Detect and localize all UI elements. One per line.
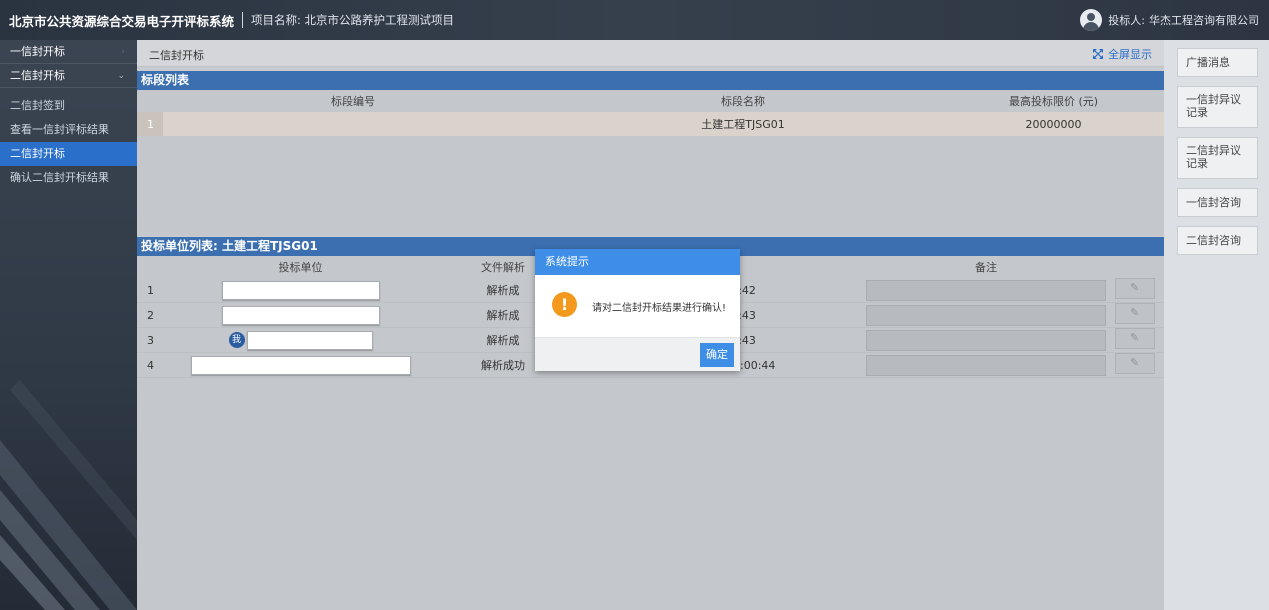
top-header: 北京市公共资源综合交易电子开评标系统 项目名称: 北京市公路养护工程测试项目 投… <box>0 0 1269 40</box>
bidder-name-redacted <box>246 330 373 350</box>
sidebar-submenu: 二信封签到 查看一信封评标结果 二信封开标 确认二信封开标结果 <box>0 88 137 190</box>
lot-name-cell: 土建工程TJSG01 <box>543 112 943 136</box>
avatar-icon <box>1080 9 1103 31</box>
first-envelope-objection-button[interactable]: 一信封异议记录 <box>1177 86 1258 128</box>
breadcrumb-bar: 二信封开标 全屏显示 <box>137 40 1164 67</box>
app-title: 北京市公共资源综合交易电子开评标系统 <box>9 13 235 29</box>
row-index: 1 <box>137 112 163 136</box>
fullscreen-button[interactable]: 全屏显示 <box>1093 46 1152 62</box>
table-row[interactable]: 1 土建工程TJSG01 20000000 <box>137 112 1164 136</box>
right-panel: 广播消息 一信封异议记录 二信封异议记录 一信封咨询 二信封咨询 <box>1164 40 1269 610</box>
remark-field[interactable] <box>866 354 1106 376</box>
sidebar-group-label: 二信封开标 <box>10 69 65 82</box>
lot-table: 标段编号 标段名称 最高投标限价 (元) 1 土建工程TJSG01 200000… <box>137 90 1164 136</box>
bidder-name-redacted <box>190 355 411 375</box>
sidebar-group-second-envelope[interactable]: 二信封开标 ⌄ <box>0 64 137 88</box>
header-cell-index <box>137 256 163 278</box>
system-prompt-dialog: 系统提示 ! 请对二信封开标结果进行确认! 确定 <box>535 249 740 371</box>
bidder-name-redacted <box>221 280 380 300</box>
sidebar-item-sign-in[interactable]: 二信封签到 <box>0 94 137 118</box>
sidebar: 一信封开标 › 二信封开标 ⌄ 二信封签到 查看一信封评标结果 二信封开标 确认… <box>0 40 137 610</box>
chevron-down-icon: ⌄ <box>117 71 125 81</box>
dialog-message: 请对二信封开标结果进行确认! <box>592 303 727 314</box>
sidebar-item-second-opening[interactable]: 二信封开标 <box>0 142 137 166</box>
bidder-cell <box>163 352 438 378</box>
edit-icon[interactable] <box>1115 278 1155 299</box>
second-envelope-consult-button[interactable]: 二信封咨询 <box>1177 226 1258 255</box>
row-index: 2 <box>137 302 163 328</box>
header-cell: 投标单位 <box>163 256 438 278</box>
me-badge: 我 <box>228 332 245 348</box>
project-name: 北京市公路养护工程测试项目 <box>304 13 455 27</box>
sidebar-item-confirm-results[interactable]: 确认二信封开标结果 <box>0 166 137 190</box>
action-cell <box>1106 327 1164 353</box>
lot-limit-cell: 20000000 <box>943 112 1164 136</box>
header-cell: 备注 <box>866 256 1106 278</box>
remark-field[interactable] <box>866 329 1106 351</box>
header-divider <box>242 12 244 28</box>
dialog-body: ! 请对二信封开标结果进行确认! <box>535 275 740 337</box>
user-label: 投标人: <box>1108 14 1145 27</box>
edit-icon[interactable] <box>1115 328 1155 349</box>
table-header-row: 标段编号 标段名称 最高投标限价 (元) <box>137 90 1164 112</box>
expand-icon <box>1093 49 1103 59</box>
user-name: 华杰工程咨询有限公司 <box>1149 14 1259 27</box>
section-lot-list: 标段列表 标段编号 标段名称 最高投标限价 (元) 1 土建工程TJSG01 2… <box>137 71 1164 236</box>
remark-field[interactable] <box>866 279 1106 301</box>
header-cell: 最高投标限价 (元) <box>943 90 1164 112</box>
broadcast-button[interactable]: 广播消息 <box>1177 48 1258 77</box>
row-index: 1 <box>137 278 163 303</box>
row-index: 3 <box>137 327 163 353</box>
header-cell-action <box>1106 256 1164 278</box>
bidder-cell: 我 <box>163 327 438 353</box>
remark-cell <box>866 327 1106 353</box>
bidder-name-redacted <box>221 305 380 325</box>
user-info[interactable]: 投标人: 华杰工程咨询有限公司 <box>1080 0 1259 40</box>
remark-cell <box>866 278 1106 303</box>
header-cell: 标段名称 <box>543 90 943 112</box>
sidebar-group-first-envelope[interactable]: 一信封开标 › <box>0 40 137 64</box>
action-cell <box>1106 302 1164 328</box>
dialog-footer: 确定 <box>535 337 740 371</box>
edit-icon[interactable] <box>1115 353 1155 374</box>
project-prefix: 项目名称: <box>251 13 301 27</box>
lot-code-cell <box>163 112 543 136</box>
sidebar-item-view-first-results[interactable]: 查看一信封评标结果 <box>0 118 137 142</box>
edit-icon[interactable] <box>1115 303 1155 324</box>
section-title: 标段列表 <box>137 71 1164 90</box>
remark-cell <box>866 302 1106 328</box>
project-label: 项目名称: 北京市公路养护工程测试项目 <box>251 12 454 28</box>
bidder-cell <box>163 302 438 328</box>
breadcrumb: 二信封开标 <box>149 49 204 62</box>
fullscreen-label: 全屏显示 <box>1108 48 1152 61</box>
chevron-right-icon: › <box>121 47 125 57</box>
warning-icon: ! <box>552 292 577 317</box>
sidebar-group-label: 一信封开标 <box>10 45 65 58</box>
second-envelope-objection-button[interactable]: 二信封异议记录 <box>1177 137 1258 179</box>
remark-cell <box>866 352 1106 378</box>
action-cell <box>1106 352 1164 378</box>
first-envelope-consult-button[interactable]: 一信封咨询 <box>1177 188 1258 217</box>
header-cell-index <box>137 90 163 112</box>
decorative-background-lines <box>0 380 137 610</box>
remark-field[interactable] <box>866 304 1106 326</box>
bidder-cell <box>163 278 438 303</box>
header-cell: 标段编号 <box>163 90 543 112</box>
action-cell <box>1106 278 1164 303</box>
row-index: 4 <box>137 352 163 378</box>
dialog-title: 系统提示 <box>535 249 740 275</box>
confirm-button[interactable]: 确定 <box>700 343 734 367</box>
